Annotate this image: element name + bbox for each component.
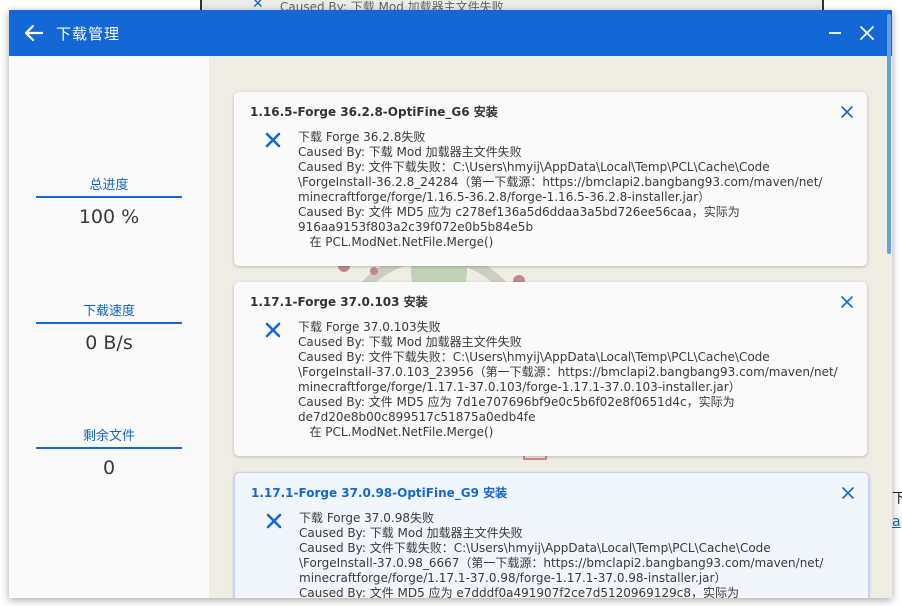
log-line: 下载 Forge 36.2.8失败: [298, 130, 426, 144]
log-line: minecraftforge/forge/1.17.1-37.0.98/forg…: [299, 571, 727, 585]
log-line: Caused By: 下载 Mod 加载器主文件失败: [299, 526, 523, 540]
log-line: 在 PCL.ModNet.NetFile.Merge(): [298, 235, 494, 249]
log-line: \ForgeInstall-37.0.98_6667（第一下载源：https:/…: [299, 556, 824, 570]
stat-remaining-files: 剩余文件 0: [36, 425, 182, 479]
stat-value: 0 B/s: [85, 332, 133, 354]
stat-value: 0: [102, 457, 116, 479]
log-line: minecraftforge/forge/1.17.1-37.0.103/for…: [298, 380, 741, 394]
log-line: de7d20e8b00c899517c51875a0edb4fe: [298, 410, 536, 424]
stat-download-speed: 下载速度 0 B/s: [36, 300, 182, 354]
stat-label: 下载速度: [82, 304, 135, 319]
log-line: Caused By: 文件 MD5 应为 c278ef136a5d6ddaa3a…: [298, 205, 740, 219]
failed-x-icon: [266, 513, 282, 529]
task-list[interactable]: 1.16.5-Forge 36.2.8-OptiFine_G6 安装 下载 Fo…: [209, 56, 892, 598]
close-icon[interactable]: [840, 105, 854, 119]
log-line: Caused By: 下载 Mod 加载器主文件失败: [298, 335, 522, 349]
stats-panel: 总进度 100 % 下载速度 0 B/s 剩余文件 0: [9, 56, 209, 598]
scrollbar[interactable]: [887, 14, 891, 254]
task-error-log: 下载 Forge 37.0.103失败 Caused By: 下载 Mod 加载…: [298, 320, 838, 440]
close-icon[interactable]: [840, 295, 854, 309]
stat-label: 剩余文件: [82, 429, 135, 444]
outside-link[interactable]: a: [892, 514, 901, 530]
failed-x-icon: [265, 132, 281, 148]
title-bar: 下载管理: [9, 10, 892, 56]
failed-x-icon: [265, 322, 281, 338]
log-line: Caused By: 文件 MD5 应为 7d1e707696bf9e0c5b6…: [298, 395, 735, 409]
window-title: 下载管理: [56, 25, 121, 43]
log-line: minecraftforge/forge/1.16.5-36.2.8/forge…: [298, 190, 711, 204]
log-line: Caused By: 文件 MD5 应为 e7dddf0a491907f2ce7…: [299, 586, 739, 598]
task-title: 1.17.1-Forge 37.0.98-OptiFine_G9 安装: [251, 486, 508, 500]
close-icon[interactable]: [841, 486, 855, 500]
divider: [36, 196, 182, 198]
log-line: Caused By: 文件下载失败：C:\Users\hmyij\AppData…: [299, 541, 771, 555]
outside-text: 下: [892, 491, 902, 507]
stat-total-progress: 总进度 100 %: [36, 174, 182, 228]
log-line: 916aa9153f803a2c39f072e0b5b84e5b: [298, 220, 534, 234]
divider: [36, 322, 182, 324]
task-card: 1.17.1-Forge 37.0.98-OptiFine_G9 安装 下载 F…: [234, 472, 869, 598]
back-arrow-icon[interactable]: [23, 22, 45, 44]
stat-label: 总进度: [89, 178, 129, 193]
close-icon[interactable]: [857, 23, 877, 43]
task-title: 1.16.5-Forge 36.2.8-OptiFine_G6 安装: [250, 105, 498, 119]
task-error-log: 下载 Forge 36.2.8失败 Caused By: 下载 Mod 加载器主…: [298, 130, 822, 250]
task-title: 1.17.1-Forge 37.0.103 安装: [250, 295, 428, 309]
log-line: 下载 Forge 37.0.98失败: [299, 511, 434, 525]
task-card: 1.17.1-Forge 37.0.103 安装 下载 Forge 37.0.1…: [234, 282, 867, 456]
log-line: 下载 Forge 37.0.103失败: [298, 320, 441, 334]
log-line: \ForgeInstall-37.0.103_23956（第一下载源：https…: [298, 365, 838, 379]
download-manager-window: 下载管理 总进度 100 % 下载速度 0 B/s 剩余文件 0 1.16.5-…: [9, 10, 892, 598]
log-line: Caused By: 文件下载失败：C:\Users\hmyij\AppData…: [298, 350, 770, 364]
log-line: Caused By: 文件下载失败：C:\Users\hmyij\AppData…: [298, 160, 770, 174]
stat-value: 100 %: [78, 206, 140, 228]
task-error-log: 下载 Forge 37.0.98失败 Caused By: 下载 Mod 加载器…: [299, 511, 823, 598]
log-line: \ForgeInstall-36.2.8_24284（第一下载源：https:/…: [298, 175, 823, 189]
log-line: 在 PCL.ModNet.NetFile.Merge(): [298, 425, 494, 439]
log-line: Caused By: 下载 Mod 加载器主文件失败: [298, 145, 522, 159]
divider: [36, 447, 182, 449]
task-card: 1.16.5-Forge 36.2.8-OptiFine_G6 安装 下载 Fo…: [234, 92, 867, 266]
minimize-icon[interactable]: [825, 23, 845, 43]
